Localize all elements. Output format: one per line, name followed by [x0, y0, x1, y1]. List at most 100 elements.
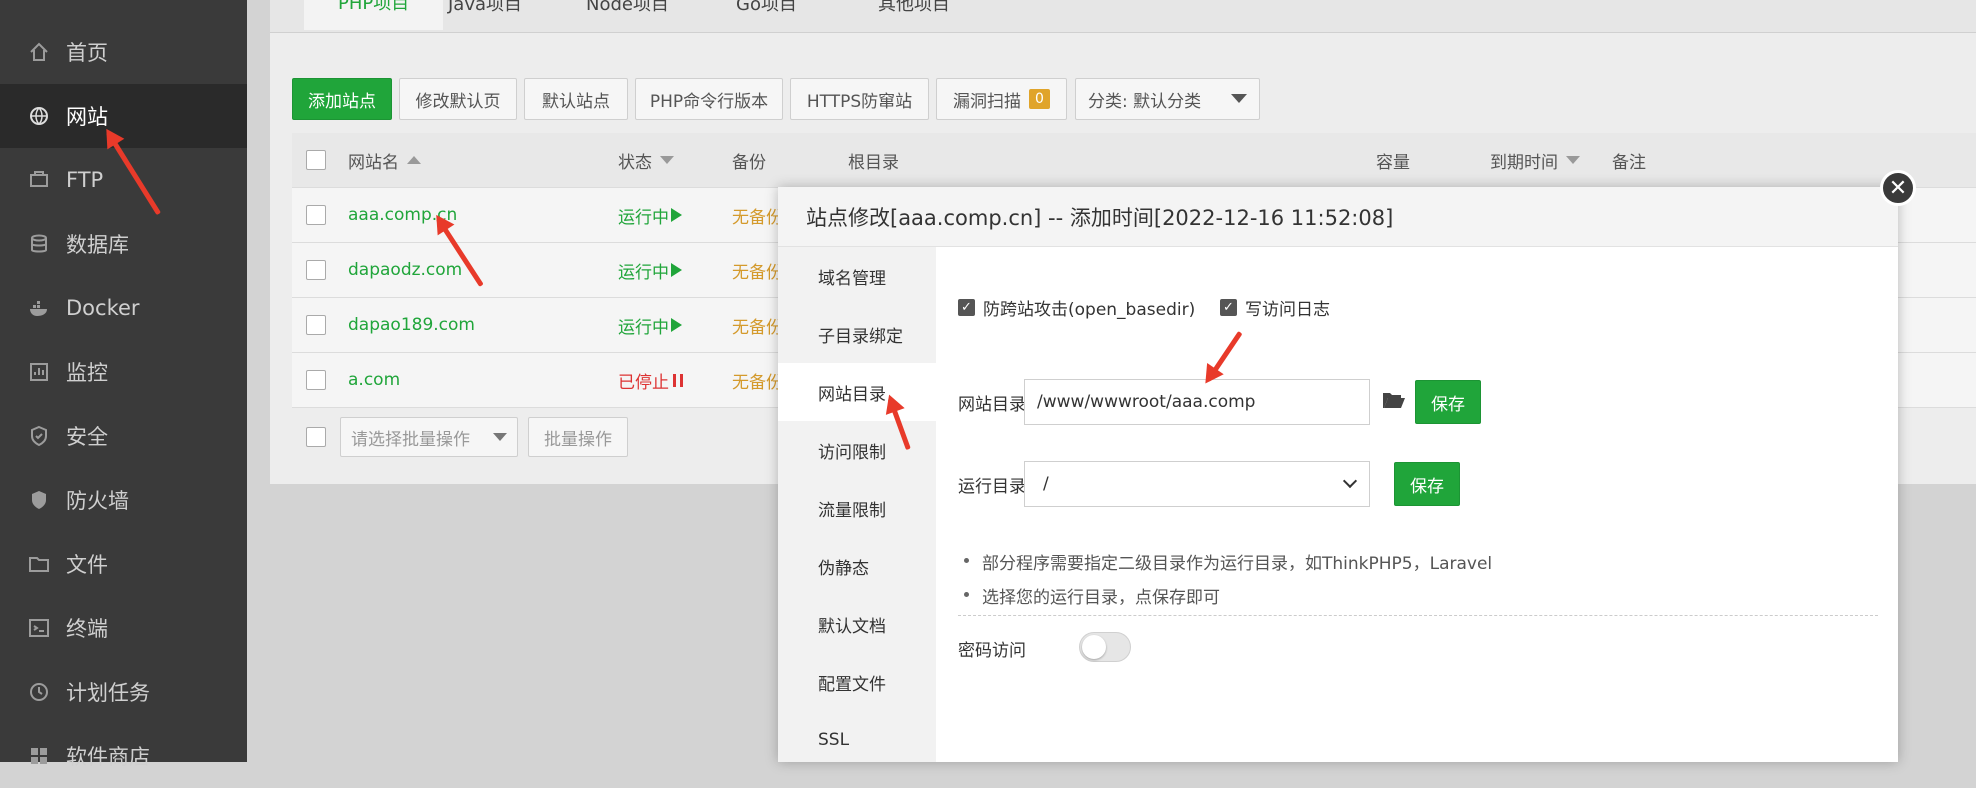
database-icon [28, 233, 50, 255]
row-checkbox[interactable] [306, 205, 326, 225]
col-name-header[interactable]: 网站名 [348, 133, 421, 187]
save-run-dir-button[interactable]: 保存 [1394, 462, 1460, 506]
sidebar-item-store[interactable]: 软件商店 [0, 724, 247, 788]
save-site-dir-button[interactable]: 保存 [1415, 380, 1481, 424]
sidebar-item-label: 监控 [66, 361, 108, 385]
tip-line: 选择您的运行目录，点保存即可 [982, 588, 1220, 608]
nav-domain-management[interactable]: 域名管理 [778, 247, 936, 305]
tab-php[interactable]: PHP项目 [304, 0, 444, 30]
select-all-checkbox[interactable] [306, 150, 326, 170]
sidebar-item-database[interactable]: 数据库 [0, 212, 247, 276]
col-capacity-header: 容量 [1376, 152, 1410, 173]
divider [958, 615, 1878, 616]
open-basedir-checkbox[interactable]: ✓ [958, 299, 975, 316]
row-checkbox[interactable] [306, 315, 326, 335]
sidebar-item-label: 网站 [66, 105, 108, 129]
sidebar-item-firewall[interactable]: 防火墙 [0, 468, 247, 532]
backup-link[interactable]: 无备份 [732, 298, 783, 352]
batch-select-checkbox[interactable] [306, 427, 326, 447]
status-toggle[interactable]: 运行中 [618, 243, 682, 297]
tab-go[interactable]: Go项目 [736, 0, 797, 16]
row-checkbox[interactable] [306, 260, 326, 280]
tip-line: 部分程序需要指定二级目录作为运行目录，如ThinkPHP5，Laravel [982, 554, 1493, 574]
bullet-dot [964, 592, 969, 597]
backup-link[interactable]: 无备份 [732, 353, 783, 407]
add-site-button[interactable]: 添加站点 [292, 78, 392, 120]
play-icon [671, 263, 682, 277]
sidebar-item-security[interactable]: 安全 [0, 404, 247, 468]
https-guard-button[interactable]: HTTPS防窜站 [790, 78, 929, 120]
category-select[interactable]: 分类: 默认分类 [1075, 78, 1260, 120]
clock-icon [28, 681, 50, 703]
status-toggle[interactable]: 运行中 [618, 298, 682, 352]
site-name-link[interactable]: a.com [348, 353, 400, 407]
sidebar-item-label: Docker [66, 296, 140, 320]
sidebar-item-label: 防火墙 [66, 489, 129, 513]
sort-up-icon [407, 156, 421, 164]
access-log-option[interactable]: ✓ 写访问日志 [1220, 295, 1330, 320]
globe-icon [28, 105, 50, 127]
backup-link[interactable]: 无备份 [732, 243, 783, 297]
open-basedir-label: 防跨站攻击(open_basedir) [983, 300, 1196, 320]
site-name-link[interactable]: dapao189.com [348, 298, 475, 352]
sidebar-item-cron[interactable]: 计划任务 [0, 660, 247, 724]
dialog-nav: 域名管理 子目录绑定 网站目录 访问限制 流量限制 伪静态 默认文档 配置文件 … [778, 247, 936, 762]
col-backup-header: 备份 [732, 152, 766, 173]
nav-subdir-binding[interactable]: 子目录绑定 [778, 305, 936, 363]
site-name-link[interactable]: dapaodz.com [348, 243, 462, 297]
batch-operation-select[interactable]: 请选择批量操作 [340, 417, 518, 457]
chevron-down-icon [1342, 473, 1358, 489]
grid-icon [28, 745, 50, 767]
sidebar-item-monitor[interactable]: 监控 [0, 340, 247, 404]
sidebar: 首页 网站 FTP 数据库 Docker 监控 安全 防火墙 文件 终端 计划任… [0, 0, 247, 769]
open-basedir-option[interactable]: ✓ 防跨站攻击(open_basedir) [958, 295, 1195, 320]
status-toggle[interactable]: 已停止 [618, 353, 683, 407]
nav-rewrite[interactable]: 伪静态 [778, 537, 936, 595]
dialog-title: 站点修改[aaa.comp.cn] -- 添加时间[2022-12-16 11:… [778, 187, 1898, 247]
site-dir-label: 网站目录 [958, 395, 1026, 415]
password-access-label: 密码访问 [958, 641, 1026, 661]
backup-link[interactable]: 无备份 [732, 188, 783, 242]
nav-site-directory[interactable]: 网站目录 [778, 363, 936, 421]
run-dir-select[interactable]: / [1024, 461, 1370, 507]
access-log-label: 写访问日志 [1245, 300, 1330, 320]
folder-open-icon[interactable] [1382, 390, 1406, 414]
category-select-value: 分类: 默认分类 [1088, 91, 1202, 112]
sidebar-item-files[interactable]: 文件 [0, 532, 247, 596]
play-icon [671, 208, 682, 222]
sidebar-item-label: 软件商店 [66, 745, 150, 769]
nav-default-document[interactable]: 默认文档 [778, 595, 936, 653]
site-dir-input[interactable]: /www/wwwroot/aaa.comp [1024, 379, 1370, 425]
nav-traffic-limit[interactable]: 流量限制 [778, 479, 936, 537]
firewall-icon [28, 489, 50, 511]
nav-config-file[interactable]: 配置文件 [778, 653, 936, 711]
sidebar-item-terminal[interactable]: 终端 [0, 596, 247, 660]
vuln-scan-button[interactable]: 漏洞扫描 0 [936, 78, 1067, 120]
dialog-body: ✓ 防跨站攻击(open_basedir) ✓ 写访问日志 网站目录 /www/… [936, 247, 1898, 762]
default-site-button[interactable]: 默认站点 [524, 78, 628, 120]
sidebar-item-label: 计划任务 [66, 681, 150, 705]
php-cli-version-button[interactable]: PHP命令行版本 [635, 78, 783, 120]
status-toggle[interactable]: 运行中 [618, 188, 682, 242]
sidebar-item-label: 安全 [66, 425, 108, 449]
shield-icon [28, 425, 50, 447]
nav-ssl[interactable]: SSL [778, 711, 936, 769]
tab-node[interactable]: Node项目 [586, 0, 669, 16]
col-status-header[interactable]: 状态 [618, 133, 674, 187]
tab-other[interactable]: 其他项目 [878, 0, 950, 16]
sidebar-item-home[interactable]: 首页 [0, 20, 247, 84]
close-dialog-button[interactable]: ✕ [1880, 170, 1916, 206]
access-log-checkbox[interactable]: ✓ [1220, 299, 1237, 316]
modify-default-page-button[interactable]: 修改默认页 [399, 78, 517, 120]
password-access-toggle[interactable] [1079, 632, 1131, 662]
batch-operation-button[interactable]: 批量操作 [528, 417, 628, 457]
sidebar-item-label: FTP [66, 168, 104, 192]
tab-java[interactable]: Java项目 [448, 0, 522, 16]
batch-operation-placeholder: 请选择批量操作 [351, 429, 470, 450]
sidebar-item-docker[interactable]: Docker [0, 276, 247, 340]
row-checkbox[interactable] [306, 370, 326, 390]
ftp-icon [28, 169, 50, 191]
col-expire-header[interactable]: 到期时间 [1490, 133, 1580, 187]
sidebar-item-label: 终端 [66, 617, 108, 641]
nav-access-limit[interactable]: 访问限制 [778, 421, 936, 479]
